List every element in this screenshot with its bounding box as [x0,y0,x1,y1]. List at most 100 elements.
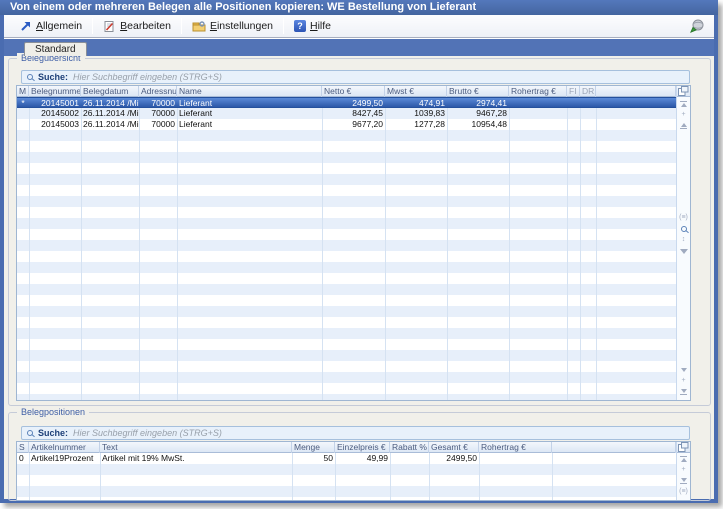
empty-table-row[interactable] [17,372,676,383]
column-header-menge[interactable]: Menge [292,442,335,453]
column-header-belegnummer[interactable]: Belegnummer [29,86,81,97]
column-header-netto[interactable]: Netto € [322,86,385,97]
cell-menge: 50 [292,453,335,464]
add-row-icon[interactable]: + [679,111,688,119]
toolbar-separator [283,18,284,34]
empty-table-row[interactable] [17,328,676,339]
column-header-filler [596,86,676,97]
cell-status: 0 [17,453,29,464]
column-header-gesamt[interactable]: Gesamt € [429,442,479,453]
column-chooser-button[interactable] [677,442,690,453]
empty-table-row[interactable] [17,251,676,262]
scroll-up-icon[interactable] [679,122,688,130]
row-marker: * [17,98,29,109]
cell-mwst: 1277,28 [385,119,447,130]
column-header-rabatt[interactable]: Rabatt % [390,442,429,453]
empty-table-row[interactable] [17,486,676,497]
menu-allgemein[interactable]: Allgemein [12,17,89,36]
scroll-bottom-icon[interactable] [679,388,688,396]
zoom-search-icon[interactable] [679,225,688,233]
empty-table-row[interactable] [17,229,676,240]
empty-table-row[interactable] [17,317,676,328]
column-header-mwst[interactable]: Mwst € [385,86,447,97]
positionen-search-input[interactable] [73,427,689,439]
menu-hilfe[interactable]: ? Hilfe [287,17,338,36]
column-chooser-button[interactable] [677,86,690,97]
empty-table-row[interactable] [17,475,676,486]
window-titlebar[interactable]: Von einem oder mehreren Belegen alle Pos… [0,0,718,15]
empty-table-row[interactable] [17,383,676,394]
empty-table-row[interactable] [17,141,676,152]
column-header-belegdatum[interactable]: Belegdatum [81,86,139,97]
table-row-selected[interactable]: * 20145001 26.11.2014 /Mi 70000 Lieferan… [17,97,676,108]
help-icon: ? [294,20,306,32]
column-header-einzelpreis[interactable]: Einzelpreis € [335,442,390,453]
column-header-adressnummer[interactable]: Adressnummer [139,86,177,97]
empty-table-row[interactable] [17,464,676,475]
column-header-brutto[interactable]: Brutto € [447,86,509,97]
column-header-rohertrag[interactable]: Rohertrag € [509,86,567,97]
table-row[interactable]: 20145002 26.11.2014 /Mi 70000 Lieferant … [17,108,676,119]
main-toolbar: Allgemein Bearbeiten Einstell [4,15,714,38]
table-row[interactable]: 20145003 26.11.2014 /Mi 70000 Lieferant … [17,119,676,130]
filter-icon[interactable] [679,247,688,255]
refresh-button[interactable] [686,17,708,36]
search-label: Suche: [38,72,68,82]
column-chooser-icon [678,442,689,452]
empty-table-row[interactable] [17,196,676,207]
scroll-down-icon[interactable] [679,366,688,374]
column-header-name[interactable]: Name [177,86,322,97]
column-header-fi[interactable]: FI [567,86,580,97]
toolbar-separator [181,18,182,34]
positionen-table-rows: 0 Artikel19Prozent Artikel mit 19% MwSt.… [17,453,676,500]
empty-table-row[interactable] [17,295,676,306]
empty-table-row[interactable] [17,240,676,251]
scroll-top-icon[interactable] [679,455,688,463]
edit-icon [103,20,116,33]
cell-einzelpreis: 49,99 [335,453,390,464]
column-header-s[interactable]: S [17,442,29,453]
column-header-m[interactable]: M [17,86,29,97]
toolbar-separator [92,18,93,34]
scroll-bottom-icon[interactable] [679,477,688,485]
empty-table-row[interactable] [17,262,676,273]
cell-adressnummer: 70000 [139,108,177,119]
empty-table-row[interactable] [17,152,676,163]
positionen-table: S Artikelnummer Text Menge Einzelpreis €… [16,441,691,501]
sort-icon[interactable]: ↕ [679,236,688,244]
empty-table-row[interactable] [17,284,676,295]
beleg-search-input[interactable] [73,71,689,83]
positionen-table-header: S Artikelnummer Text Menge Einzelpreis €… [17,442,676,453]
menu-bearbeiten[interactable]: Bearbeiten [96,17,178,36]
column-header-rohertrag[interactable]: Rohertrag € [479,442,552,453]
menu-einstellungen[interactable]: Einstellungen [185,17,280,36]
empty-table-row[interactable] [17,306,676,317]
columns-view-icon[interactable]: (≡) [679,214,688,222]
cell-artikelnummer: Artikel19Prozent [29,453,100,464]
add-row-icon[interactable]: + [679,466,688,474]
empty-table-row[interactable] [17,361,676,372]
scroll-top-icon[interactable] [679,100,688,108]
empty-table-row[interactable] [17,207,676,218]
columns-view-icon[interactable]: (≡) [679,488,688,496]
empty-table-row[interactable] [17,185,676,196]
empty-table-row[interactable] [17,218,676,229]
column-header-artikelnummer[interactable]: Artikelnummer [29,442,100,453]
empty-table-row[interactable] [17,163,676,174]
add-row-icon[interactable]: + [679,377,688,385]
beleg-search-bar: Suche: [21,70,690,84]
empty-table-row[interactable] [17,497,676,500]
empty-table-row[interactable] [17,130,676,141]
empty-table-row[interactable] [17,350,676,361]
table-row[interactable]: 0 Artikel19Prozent Artikel mit 19% MwSt.… [17,453,676,464]
empty-table-row[interactable] [17,394,676,400]
column-header-dr[interactable]: DR [580,86,596,97]
tab-standard[interactable]: Standard [24,42,87,56]
cell-mwst: 474,91 [385,98,447,109]
column-header-text[interactable]: Text [100,442,292,453]
empty-table-row[interactable] [17,339,676,350]
empty-table-row[interactable] [17,174,676,185]
empty-table-row[interactable] [17,273,676,284]
search-icon [27,430,33,436]
beleg-table-rows: * 20145001 26.11.2014 /Mi 70000 Lieferan… [17,97,676,400]
